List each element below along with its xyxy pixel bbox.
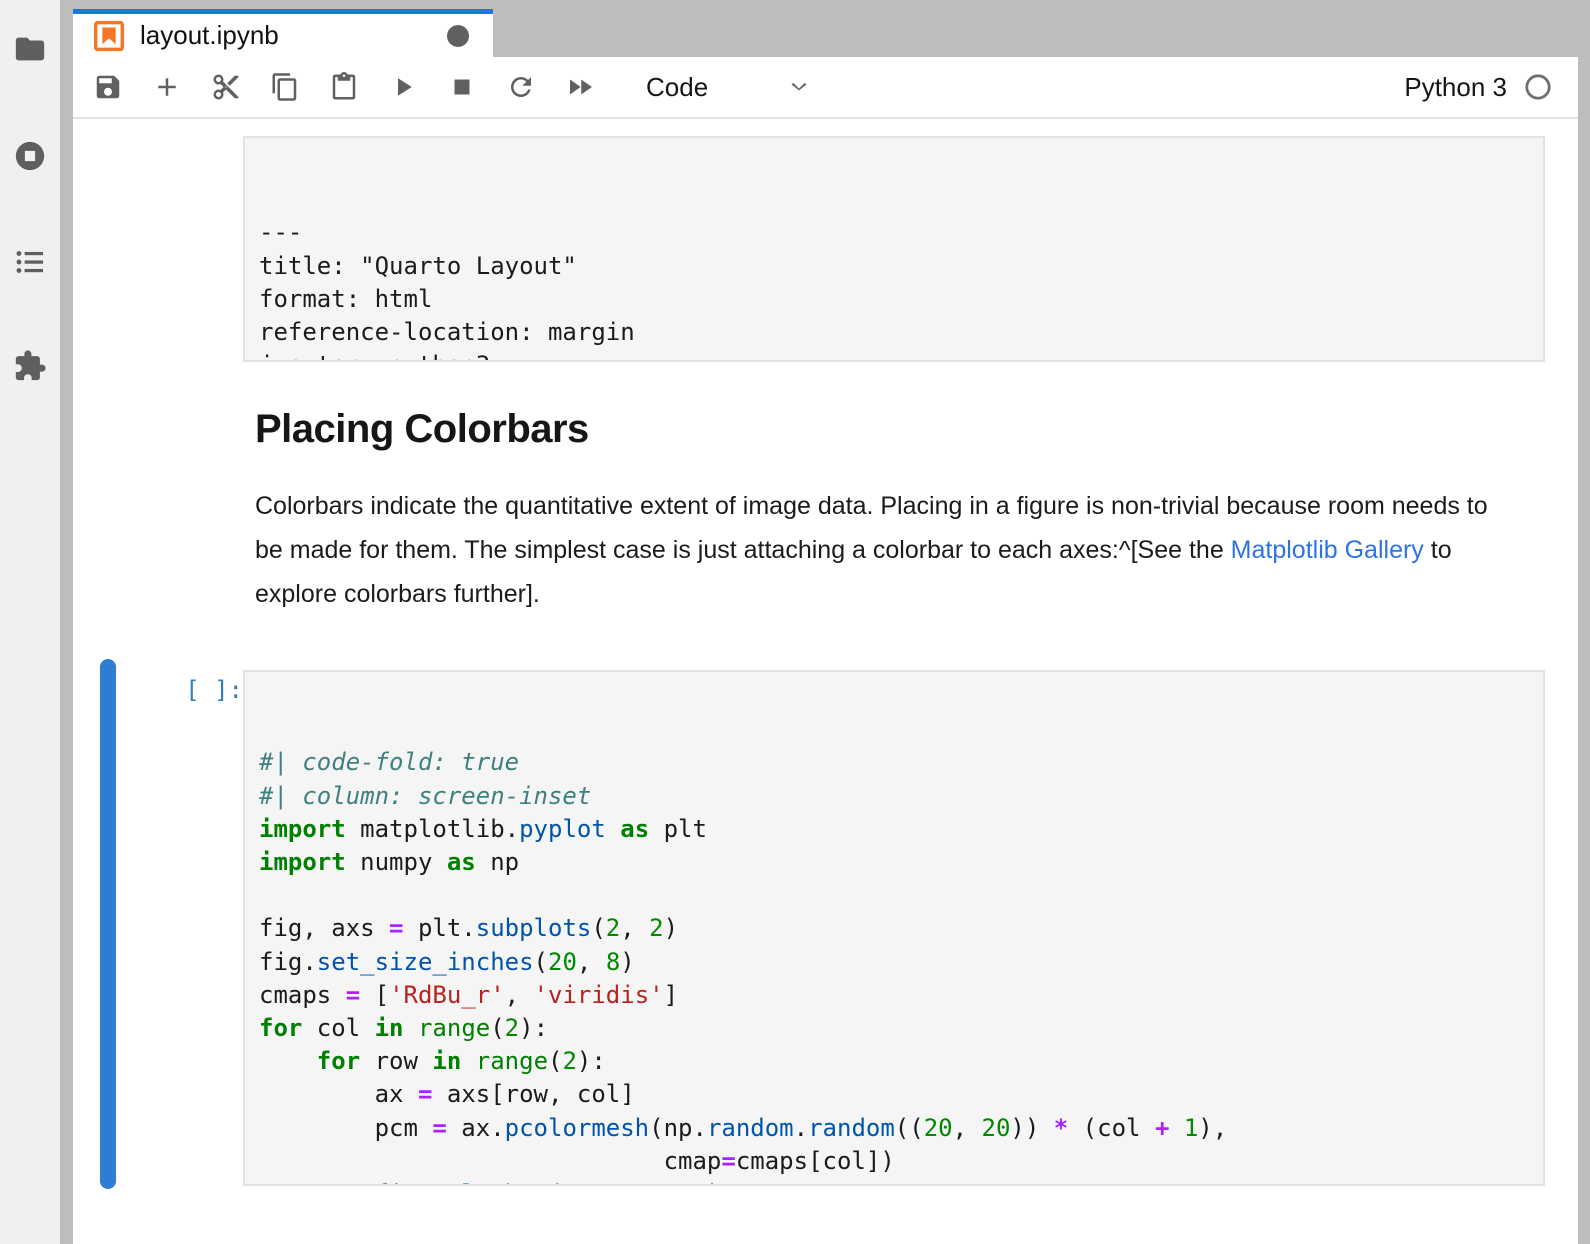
copy-icon xyxy=(270,72,300,102)
jupyterlab-app: { "colors": { "accent_blue": "#2176d9", … xyxy=(0,0,1590,1244)
tab-title: layout.ipynb xyxy=(140,20,447,51)
markdown-heading: Placing Colorbars xyxy=(255,407,1507,452)
kernel-status-icon xyxy=(1524,73,1552,101)
interrupt-kernel-button[interactable] xyxy=(445,70,479,104)
save-icon xyxy=(93,72,123,102)
activity-sidebar xyxy=(0,0,60,1244)
save-button[interactable] xyxy=(91,70,125,104)
execution-prompt: [ ]: xyxy=(113,676,243,704)
raw-cell-editor[interactable]: --- title: "Quarto Layout" format: html … xyxy=(243,136,1545,362)
stop-circle-icon xyxy=(13,139,47,173)
markdown-paragraph: Colorbars indicate the quantitative exte… xyxy=(255,484,1507,616)
raw-editor-content: --- title: "Quarto Layout" format: html … xyxy=(259,216,1529,362)
cell-collapser[interactable] xyxy=(100,659,116,1189)
puzzle-icon xyxy=(13,349,47,383)
paste-cells-button[interactable] xyxy=(327,70,361,104)
list-icon xyxy=(13,245,47,279)
restart-kernel-button[interactable] xyxy=(504,70,538,104)
unsaved-changes-dot[interactable] xyxy=(447,25,469,47)
run-cell-button[interactable] xyxy=(386,70,420,104)
matplotlib-gallery-link[interactable]: Matplotlib Gallery xyxy=(1231,536,1424,564)
sidebar-item-running-sessions[interactable] xyxy=(13,139,47,173)
folder-icon xyxy=(13,32,47,66)
sidebar-item-file-browser[interactable] xyxy=(13,32,47,66)
play-icon xyxy=(388,72,418,102)
scissors-icon xyxy=(211,72,241,102)
stop-icon xyxy=(447,72,477,102)
cut-cells-button[interactable] xyxy=(209,70,243,104)
tab-layout-ipynb[interactable]: layout.ipynb xyxy=(73,9,493,57)
notebook-icon xyxy=(93,20,125,52)
fast-forward-icon xyxy=(565,72,595,102)
kernel-indicator[interactable]: Python 3 xyxy=(1404,72,1552,103)
restart-icon xyxy=(506,72,536,102)
sidebar-item-extensions[interactable] xyxy=(13,349,47,383)
cell-type-value: Code xyxy=(646,72,708,103)
code-editor-content: #| code-fold: true#| column: screen-inse… xyxy=(259,746,1529,1186)
copy-cells-button[interactable] xyxy=(268,70,302,104)
sidebar-item-table-of-contents[interactable] xyxy=(13,245,47,279)
plus-icon xyxy=(152,72,182,102)
markdown-cell[interactable]: Placing Colorbars Colorbars indicate the… xyxy=(255,407,1507,616)
notebook-toolbar: Code Python 3 xyxy=(73,57,1578,119)
chevron-down-icon xyxy=(784,72,814,102)
notebook-content: --- title: "Quarto Layout" format: html … xyxy=(73,119,1578,1242)
kernel-name: Python 3 xyxy=(1404,72,1507,103)
cell-type-dropdown[interactable]: Code xyxy=(646,72,814,103)
notebook-panel: Code Python 3 --- title: "Quarto Layout"… xyxy=(73,57,1578,1244)
restart-run-all-button[interactable] xyxy=(563,70,597,104)
code-cell-editor[interactable]: #| code-fold: true#| column: screen-inse… xyxy=(243,670,1545,1186)
paste-icon xyxy=(329,72,359,102)
insert-cell-button[interactable] xyxy=(150,70,184,104)
